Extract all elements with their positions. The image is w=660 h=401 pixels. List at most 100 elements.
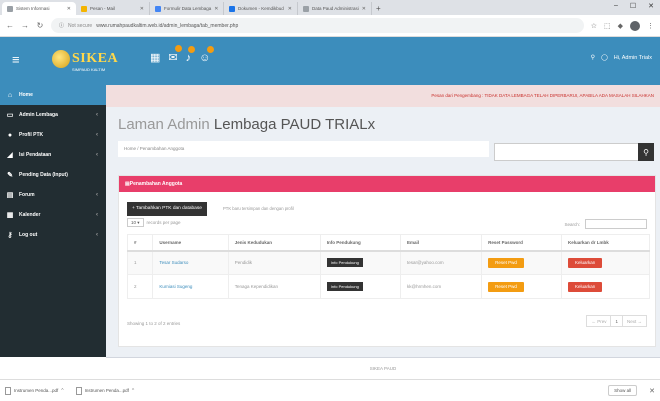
keluar-cell: Keluarkan <box>560 274 651 299</box>
column-header[interactable]: Jenis Kedudukan <box>227 234 321 252</box>
keluarkan-button[interactable]: Keluarkan <box>567 281 603 292</box>
close-icon[interactable]: ✕ <box>214 6 218 12</box>
extension-icon[interactable]: ◆ <box>618 22 623 30</box>
pencil-icon: ✎ <box>7 172 13 179</box>
home-icon: ⌂ <box>7 91 13 99</box>
address-bar: ← → ↻ ⓘ Not secure www.rumahpaudkaltim.w… <box>0 15 660 37</box>
key-icon: ⚷ <box>7 232 13 239</box>
next-page-button[interactable]: Next → <box>621 315 647 327</box>
info-cell: Info Pendukung <box>319 250 402 275</box>
reset-cell: Reset Pwd <box>481 274 562 299</box>
column-header[interactable]: Keluarkan dr Lmbk <box>560 234 651 252</box>
favicon-icon <box>7 5 13 12</box>
search-input[interactable] <box>494 143 638 161</box>
chevron-left-icon: ‹ <box>96 212 98 218</box>
window-close-icon[interactable]: ✕ <box>648 2 654 10</box>
page-footer: SIKEA PAUD <box>106 357 660 379</box>
keluar-cell: Keluarkan <box>560 250 651 275</box>
reload-icon[interactable]: ↻ <box>36 21 44 30</box>
reset-password-button[interactable]: Reset Pwd <box>488 281 524 292</box>
sidebar-item-logout[interactable]: ⚷ Log out ‹ <box>0 225 106 245</box>
forward-icon[interactable]: → <box>21 21 29 30</box>
close-icon[interactable]: ✕ <box>649 387 655 395</box>
notification-badge <box>188 45 196 53</box>
prev-page-button[interactable]: ← Prev <box>586 315 612 327</box>
add-ptk-button[interactable]: + Tambahkan PTK dan database <box>127 202 207 216</box>
user-circle-icon[interactable]: ◯ <box>601 54 608 61</box>
close-icon[interactable]: ✕ <box>67 6 71 12</box>
keluarkan-button[interactable]: Keluarkan <box>567 257 603 268</box>
jenis-cell: Pendidik <box>227 250 321 275</box>
email-cell: kk@hrmhen.com <box>400 274 483 299</box>
username-link[interactable]: Tesar Sudarso <box>152 250 229 275</box>
info-pendukung-button[interactable]: Info Pendukung <box>326 258 363 268</box>
chevron-up-icon[interactable]: ^ <box>61 388 63 394</box>
breadcrumb[interactable]: Home / Penambahan Anggota <box>118 141 489 157</box>
chevron-left-icon: ‹ <box>96 192 98 198</box>
username-link[interactable]: Kurniasi Sugeng <box>152 274 229 299</box>
minimize-icon[interactable]: – <box>614 2 618 10</box>
extension-icon[interactable]: ⬚ <box>604 22 611 30</box>
table-search-input[interactable] <box>585 219 647 229</box>
hamburger-menu-icon[interactable]: ≡ <box>12 53 20 67</box>
close-icon[interactable]: ✕ <box>140 6 144 12</box>
url-field[interactable]: ⓘ Not secure www.rumahpaudkaltim.web.id/… <box>51 18 584 33</box>
browser-tab[interactable]: Pesan - Mail ✕ <box>76 2 150 15</box>
chevron-left-icon: ‹ <box>96 232 98 238</box>
maximize-icon[interactable]: ☐ <box>630 2 636 10</box>
sidebar-item-pending-data[interactable]: ✎ Pending Data (Input) <box>0 165 106 185</box>
search-button[interactable]: ⚲ <box>638 143 654 161</box>
member-box: ▤Penambahan Anggota + Tambahkan PTK dan … <box>118 175 656 347</box>
column-header[interactable]: Username <box>152 234 229 252</box>
chat-icon[interactable]: ☺ <box>199 45 215 64</box>
app-logo[interactable]: SIKEA SIMPAUD KALTIM <box>50 47 134 77</box>
browser-tab[interactable]: Formulir Data Lembaga ✕ <box>150 2 224 15</box>
announcement-marquee: Pesan dari Pengembang : TIDAK DATA LEMBA… <box>106 85 660 107</box>
grid-icon[interactable]: ▦ <box>150 51 160 64</box>
sidebar-item-forum[interactable]: ▤ Forum ‹ <box>0 185 106 205</box>
row-number: 2 <box>126 274 154 299</box>
table-header-row: # Username Jenis Kedudukan Info Pendukun… <box>126 234 651 252</box>
search-icon[interactable]: ⚲ <box>591 54 595 61</box>
column-header[interactable]: Reset Password <box>481 234 562 252</box>
chevron-left-icon: ‹ <box>96 152 98 158</box>
column-header[interactable]: Email <box>400 234 483 252</box>
reset-password-button[interactable]: Reset Pwd <box>488 257 524 268</box>
member-table: # Username Jenis Kedudukan Info Pendukun… <box>126 234 651 299</box>
main-content: Pesan dari Pengembang : TIDAK DATA LEMBA… <box>106 85 660 357</box>
show-all-downloads-button[interactable]: Show all <box>608 385 638 396</box>
favicon-icon <box>229 5 235 12</box>
sidebar-item-home[interactable]: ⌂ Home <box>0 85 106 105</box>
close-icon[interactable]: ✕ <box>288 6 292 12</box>
user-menu[interactable]: Hi, Admin Trialx <box>614 55 652 61</box>
file-icon <box>75 386 82 395</box>
mail-icon[interactable]: ✉ <box>168 45 182 64</box>
profile-avatar[interactable] <box>630 20 640 31</box>
sidebar-item-admin-lembaga[interactable]: ▭ Admin Lembaga ‹ <box>0 105 106 125</box>
browser-tab[interactable]: Dokumen - Kemdikbud ✕ <box>224 2 298 15</box>
column-header[interactable]: Info Pendukung <box>319 234 402 252</box>
app-header: ≡ SIKEA SIMPAUD KALTIM ▦ ✉ ♪ ☺ ⚲ ◯ Hi, A… <box>0 37 660 85</box>
notification-badge <box>207 45 215 53</box>
page-length-control: 10 ▾ records per page <box>127 218 181 227</box>
browser-tab[interactable]: Data Paud Administrasi ✕ <box>298 2 372 15</box>
bookmark-icon[interactable]: ☆ <box>591 22 597 30</box>
chevron-up-icon[interactable]: ^ <box>132 388 134 394</box>
url-text: www.rumahpaudkaltim.web.id/admin_lembaga… <box>96 22 239 29</box>
download-item[interactable]: Instrumen Penda...pdf ^ <box>75 386 134 395</box>
sidebar-item-profil-ptk[interactable]: ● Profil PTK ‹ <box>0 125 106 145</box>
new-tab-icon[interactable]: + <box>376 2 381 15</box>
column-header[interactable]: # <box>126 234 154 252</box>
back-icon[interactable]: ← <box>6 21 14 30</box>
menu-dots-icon[interactable]: ⋮ <box>647 22 654 30</box>
page-length-select[interactable]: 10 ▾ <box>127 218 144 227</box>
download-item[interactable]: Instrumen Penda...pdf ^ <box>5 386 64 395</box>
info-pendukung-button[interactable]: Info Pendukung <box>326 282 363 291</box>
bell-icon[interactable]: ♪ <box>186 45 196 64</box>
sidebar-item-kalender[interactable]: ▦ Kalender ‹ <box>0 205 106 225</box>
sidebar-item-isi-pendataan[interactable]: ◢ Isi Pendataan ‹ <box>0 145 106 165</box>
chevron-left-icon: ‹ <box>96 112 98 118</box>
user-icon: ● <box>7 131 13 139</box>
browser-tab[interactable]: Sistem Informasi ✕ <box>2 2 76 15</box>
close-icon[interactable]: ✕ <box>362 6 366 12</box>
